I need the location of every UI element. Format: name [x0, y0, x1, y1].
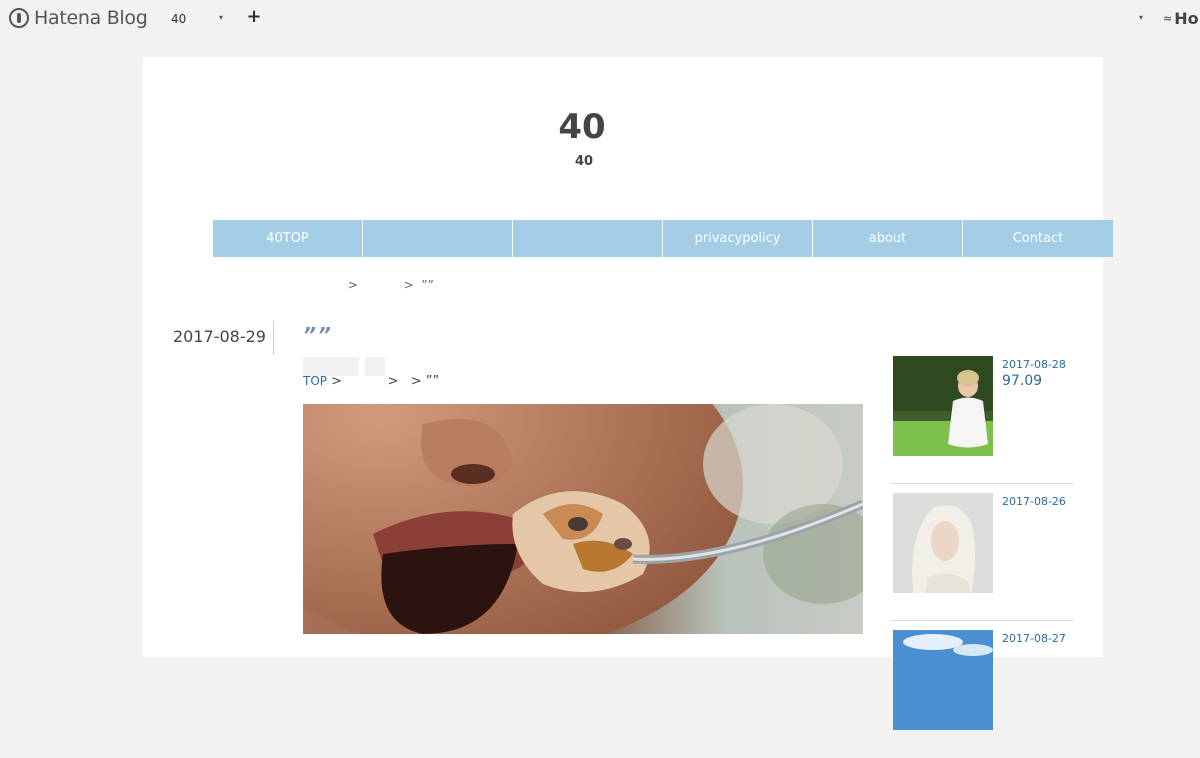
nav-item-3[interactable]	[513, 220, 663, 257]
list-item[interactable]: 2017-08-27	[891, 630, 1073, 758]
new-post-button[interactable]: +	[246, 6, 262, 28]
recent-entries-sidebar: 2017-08-28 97.09 2017-08-26 2017-08-27	[891, 356, 1073, 758]
article-date[interactable]: 2017-08-29	[173, 327, 266, 346]
chevron-down-icon: ▾	[218, 13, 223, 22]
blog-selector[interactable]: 40 ▾	[171, 10, 227, 28]
hatena-top-bar: Hatena Blog 40 ▾ + ▾ ≈ Ho	[0, 0, 1200, 38]
entry-date[interactable]: 2017-08-26	[1002, 495, 1066, 508]
hatena-bird-icon: ≈	[1163, 12, 1173, 25]
nav-item-top[interactable]: 40TOP	[213, 220, 363, 257]
blog-description: 40	[574, 154, 594, 169]
date-divider	[273, 321, 274, 355]
nav-item-2[interactable]	[363, 220, 513, 257]
entry-date[interactable]: 2017-08-28	[1002, 358, 1066, 371]
breadcrumb-rest: > > > ””	[327, 374, 440, 389]
blonde-woman-portrait-image	[893, 493, 993, 593]
entry-title[interactable]: 97.09	[1002, 373, 1042, 389]
eating-pasta-image	[303, 404, 863, 634]
blog-selector-value: 40	[171, 12, 187, 26]
article-title[interactable]: ””	[303, 323, 333, 347]
entry-thumbnail[interactable]	[893, 493, 993, 593]
hatena-logo-icon	[9, 8, 29, 28]
woman-in-grass-image	[893, 356, 993, 456]
article-photo-eating-pasta	[303, 404, 863, 634]
article-breadcrumb: TOP > > > ””	[303, 374, 439, 389]
nav-item-contact[interactable]: Contact	[963, 220, 1113, 257]
entry-thumbnail[interactable]	[893, 630, 993, 730]
entry-date[interactable]: 2017-08-27	[1002, 632, 1066, 645]
breadcrumb-top-link[interactable]: TOP	[303, 374, 327, 388]
global-nav: 40TOP privacypolicy about Contact	[213, 220, 1113, 257]
entry-thumbnail[interactable]	[893, 356, 993, 456]
user-menu-chevron-icon[interactable]: ▾	[1139, 13, 1143, 22]
nav-item-about[interactable]: about	[813, 220, 963, 257]
list-item[interactable]: 2017-08-26	[891, 493, 1073, 621]
blog-container: 40 40 40TOP privacypolicy about Contact …	[143, 57, 1113, 730]
blog-title[interactable]: 40	[143, 107, 1021, 147]
list-item[interactable]: 2017-08-28 97.09	[891, 356, 1073, 484]
hatena-blog-logo[interactable]: Hatena Blog	[9, 7, 148, 29]
blue-sky-image	[893, 630, 993, 730]
brand-name: Hatena Blog	[34, 7, 148, 29]
breadcrumb: > > ””	[283, 278, 434, 292]
hatena-logo-text: Ho	[1174, 9, 1199, 28]
nav-item-privacy[interactable]: privacypolicy	[663, 220, 813, 257]
hatena-logo-link[interactable]: ≈ Ho	[1163, 9, 1199, 28]
